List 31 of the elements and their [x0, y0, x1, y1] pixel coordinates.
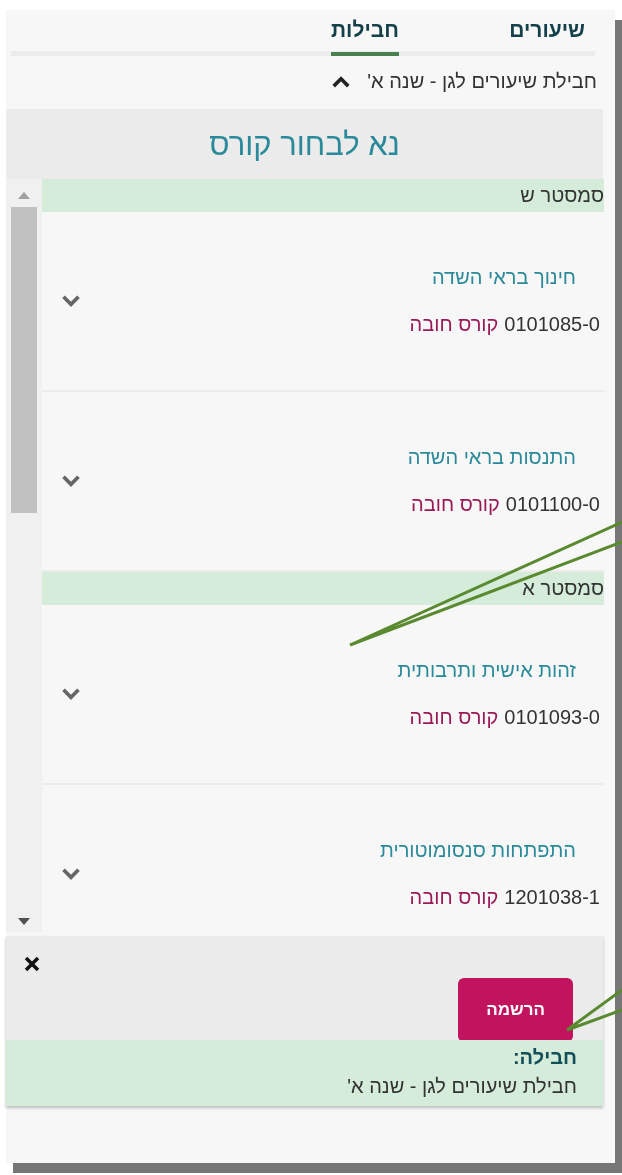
course-type: קורס חובה [409, 706, 499, 729]
register-button[interactable]: הרשמה [458, 978, 573, 1042]
package-label: חבילה: [511, 1046, 577, 1069]
package-value: חבילת שיעורים לגן - שנה א' [346, 1075, 577, 1098]
course-code: 1201038-1 [504, 886, 600, 909]
course-name[interactable]: זהות אישית ותרבותית [82, 659, 576, 682]
course-code: 0101093-0 [504, 706, 600, 729]
caret-icon[interactable] [331, 74, 352, 89]
course-code: 0101085-0 [504, 313, 600, 336]
chevron-icon[interactable] [60, 867, 82, 881]
course-type: קורס חובה [409, 886, 499, 909]
chevron-icon[interactable] [60, 474, 82, 488]
chevron-icon[interactable] [60, 294, 82, 308]
tab[interactable]: שיעורים [509, 10, 585, 56]
semester-header: סמסטר ש [42, 179, 604, 212]
tab[interactable]: חבילות [331, 10, 399, 56]
heading-bar: נא לבחור קורס [6, 109, 603, 179]
chevron-icon[interactable] [60, 687, 82, 701]
package-title: חבילת שיעורים לגן - שנה א' [367, 70, 597, 93]
scrollbar[interactable] [6, 179, 42, 932]
course-name[interactable]: התנסות בראי השדה [82, 446, 576, 469]
course-type: קורס חובה [411, 493, 500, 516]
course-type: קורס חובה [409, 313, 499, 336]
scrollbar-thumb[interactable] [11, 207, 37, 513]
scroll-down-arrow-icon[interactable] [18, 918, 30, 926]
course-name[interactable]: התפתחות סנסומוטורית [82, 839, 576, 862]
semester-header: סמסטר א [42, 572, 604, 605]
close-icon[interactable] [24, 956, 40, 972]
course-code: 0101100-0 [505, 493, 600, 516]
pointer-lines-drawing [565, 988, 622, 1032]
course-name[interactable]: חינוך בראי השדה [82, 266, 576, 289]
